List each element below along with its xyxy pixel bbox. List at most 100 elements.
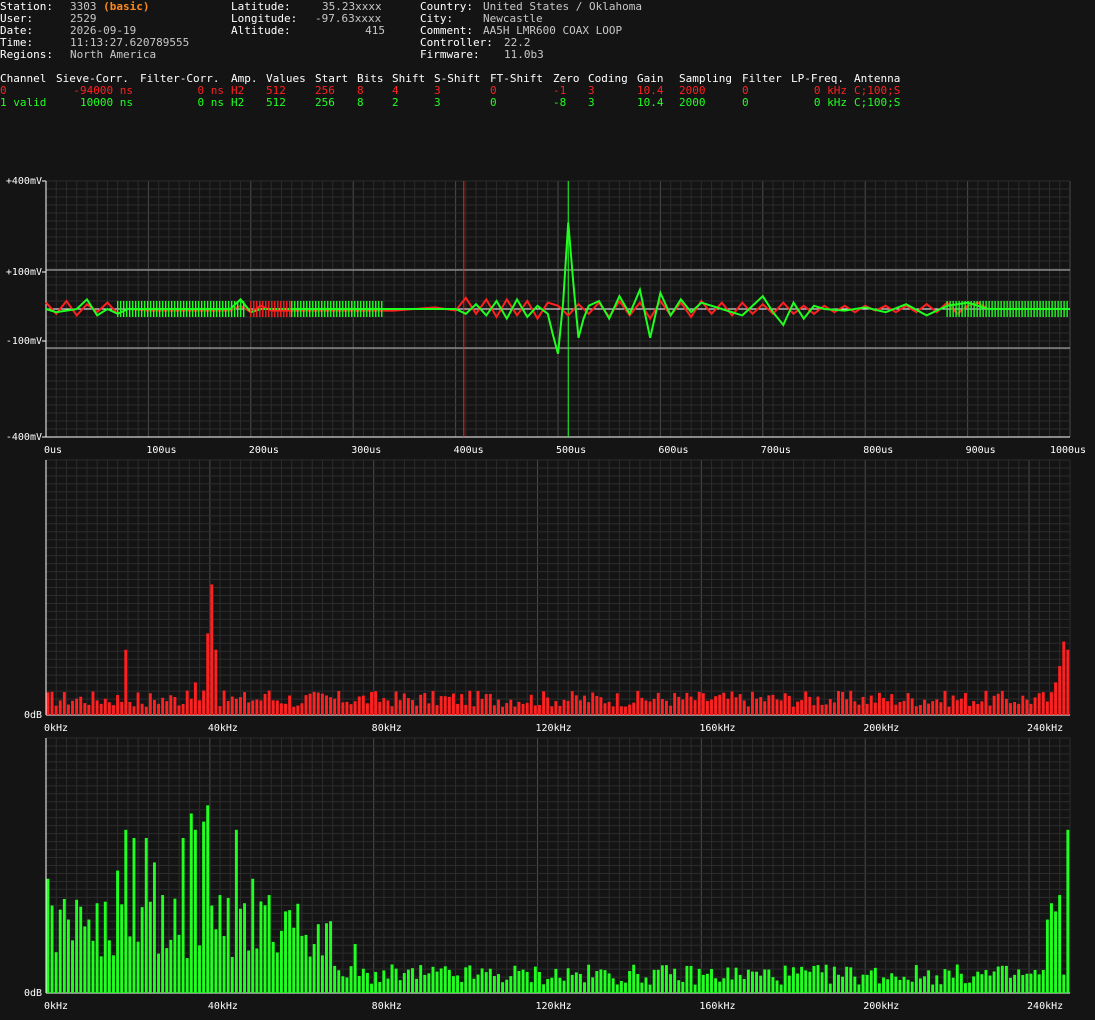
spectrum-bar: [509, 976, 513, 993]
spectrum-bar: [423, 974, 427, 993]
spectrum-bar: [1029, 703, 1033, 715]
spectrum-bar: [415, 978, 419, 993]
y-tick-label: +400mV: [6, 176, 42, 187]
x-tick-label: 160kHz: [699, 1001, 735, 1012]
spectrum-bar: [759, 697, 763, 715]
spectrum-bar: [177, 705, 181, 715]
spectrum-bar: [759, 975, 763, 993]
spectrum-bar: [316, 924, 320, 993]
spectrum-bar: [1025, 973, 1029, 993]
sample-block: [946, 301, 1068, 317]
spectrum-bar: [685, 692, 689, 715]
spectrum-bar: [480, 968, 484, 993]
spectrum-bar: [247, 950, 251, 993]
spectrum-bar: [54, 952, 58, 993]
spectrum-bar: [501, 982, 505, 993]
spectrum-bar: [787, 975, 791, 993]
spectrum-bar: [755, 971, 759, 993]
spectrum-bar: [198, 945, 201, 993]
spectrum-bar: [152, 862, 156, 993]
spectrum-bar: [918, 978, 922, 993]
spectrum-bar: [664, 965, 668, 993]
spectrum-bar: [865, 974, 869, 993]
spectrum-bar: [492, 705, 496, 715]
spectrum-bar: [705, 973, 709, 993]
spectrum-bar: [603, 970, 607, 993]
spectrum-bar: [558, 705, 562, 715]
spectrum-bar: [132, 706, 136, 715]
spectrum-bar: [202, 821, 206, 993]
spectrum-bar: [75, 698, 79, 715]
spectrum-bar: [333, 698, 337, 715]
spectrum-bar: [935, 699, 939, 715]
spectrum-bar: [951, 977, 955, 993]
spectrum-bar: [517, 970, 521, 993]
spectrum-bar: [99, 703, 103, 715]
spectrum-bar: [562, 699, 566, 715]
spectrum-bar: [857, 704, 861, 715]
spectrum-bar: [976, 971, 980, 993]
spectrum-bar: [906, 979, 910, 993]
spectrum-bar: [247, 702, 251, 715]
spectrum-bar: [800, 700, 804, 715]
spectrum-bar: [771, 694, 775, 715]
spectrum-bar: [1066, 649, 1070, 715]
spectrum-bar: [701, 693, 705, 715]
spectrum-bar: [824, 964, 828, 993]
spectrum-bar: [1000, 690, 1004, 715]
spectrum-bar: [931, 984, 935, 993]
spectrum-bar: [521, 969, 525, 993]
y-tick-label: 0dB: [24, 710, 42, 721]
spectrum-bar: [378, 981, 382, 993]
spectrum-bar: [132, 837, 136, 993]
spectrum-bar: [320, 955, 324, 993]
spectrum-bar: [804, 691, 808, 715]
spectrum-bar: [542, 984, 546, 993]
spectrum-bar: [202, 690, 206, 715]
spectrum-bar: [542, 691, 546, 715]
spectrum-bar: [951, 695, 955, 715]
spectrum-bar: [1004, 965, 1008, 993]
spectrum-bar: [1062, 974, 1066, 993]
spectrum-bar: [382, 698, 386, 715]
spectrum-bar: [431, 690, 435, 715]
spectrum-bar: [230, 956, 234, 993]
spectrum-bar: [165, 701, 169, 715]
spectrum-bar: [644, 977, 648, 993]
spectrum-bar: [415, 705, 419, 715]
spectrum-bar: [443, 696, 447, 715]
spectrum-bar: [628, 704, 632, 715]
spectrum-bar: [791, 706, 795, 715]
spectrum-bar: [476, 974, 480, 993]
spectrum-bar: [1054, 682, 1058, 715]
spectrum-bar: [492, 976, 496, 993]
spectrum-bar: [890, 973, 894, 993]
spectrum-bar: [83, 703, 87, 715]
spectrum-bar: [722, 692, 726, 715]
spectrum-bar: [984, 970, 988, 993]
spectrum-bar: [66, 919, 70, 993]
spectrum-bar: [124, 829, 128, 993]
spectrum-bar: [1021, 975, 1025, 993]
spectrum-bar: [374, 971, 378, 993]
spectrum-bar: [1050, 903, 1053, 993]
spectrum-bar: [845, 699, 849, 715]
spectrum-bar: [456, 703, 459, 715]
spectrum-bar: [812, 705, 816, 715]
spectrum-bar: [886, 701, 890, 715]
spectrum-bar: [1037, 974, 1041, 993]
spectrum-bar: [636, 973, 640, 993]
spectrum-bar: [83, 926, 87, 993]
spectrum-bar: [259, 901, 263, 993]
spectrum-bar: [791, 967, 795, 993]
spectrum-bar: [689, 696, 693, 715]
spectrum-bar: [284, 703, 287, 715]
spectrum-bar: [693, 984, 697, 993]
spectrum-bar: [157, 953, 160, 993]
spectrum-bar: [341, 976, 345, 993]
spectrum-bar: [243, 692, 247, 715]
spectrum-bar: [898, 702, 902, 715]
spectrum-bar: [554, 701, 558, 715]
spectrum-bar: [882, 697, 885, 715]
spectrum-bar: [402, 693, 406, 715]
